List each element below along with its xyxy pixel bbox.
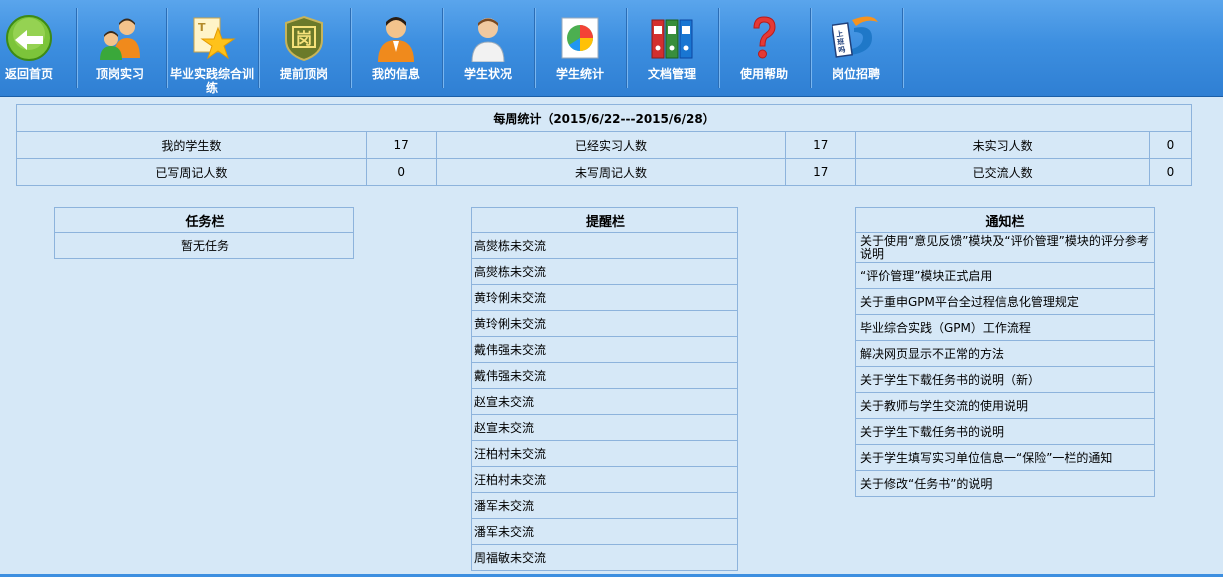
reminder-item[interactable]: 汪柏村未交流: [471, 466, 738, 493]
notice-panel: 通知栏 关于使用“意见反馈”模块及“评价管理”模块的评分参考说明 “评价管理”模…: [855, 207, 1155, 497]
reminder-panel-title: 提醒栏: [471, 207, 738, 233]
toolbar-label: 岗位招聘: [831, 67, 880, 81]
toolbar-divider: [902, 8, 904, 88]
table-row: 已写周记人数 0 未写周记人数 17 已交流人数 0: [16, 158, 1193, 186]
stat-label: 未写周记人数: [435, 158, 787, 186]
user-orange-icon: [378, 17, 414, 62]
notice-panel-title: 通知栏: [855, 207, 1155, 233]
notice-link[interactable]: 关于使用“意见反馈”模块及“评价管理”模块的评分参考说明: [855, 232, 1155, 263]
reminder-item[interactable]: 周福敏未交流: [471, 544, 738, 571]
notice-link[interactable]: 关于教师与学生交流的使用说明: [855, 392, 1155, 419]
svg-text:岗: 岗: [296, 29, 312, 48]
task-panel: 任务栏 暂无任务: [54, 207, 354, 259]
reminder-item[interactable]: 戴伟强未交流: [471, 336, 738, 363]
toolbar-graduation-practice[interactable]: T 毕业实践综合训练: [166, 0, 258, 96]
toolbar-label: 学生统计: [555, 67, 604, 81]
notice-link[interactable]: 关于修改“任务书”的说明: [855, 470, 1155, 497]
table-row: 我的学生数 17 已经实习人数 17 未实习人数 0: [16, 131, 1193, 159]
back-arrow-icon: [6, 15, 52, 61]
star-document-icon: T: [193, 17, 236, 60]
toolbar-internship[interactable]: 顶岗实习: [74, 0, 166, 96]
toolbar-student-status[interactable]: 学生状况: [442, 0, 534, 96]
reminder-item[interactable]: 赵宣未交流: [471, 388, 738, 415]
stat-value: 17: [785, 158, 857, 186]
reminder-item[interactable]: 黄玲俐未交流: [471, 310, 738, 337]
stat-value: 0: [1148, 158, 1193, 186]
stat-value: 17: [365, 131, 437, 159]
toolbar-my-info[interactable]: 我的信息: [350, 0, 442, 96]
stat-value: 0: [365, 158, 437, 186]
reminder-panel: 提醒栏 高爕栋未交流 高爕栋未交流 黄玲俐未交流 黄玲俐未交流 戴伟强未交流 戴…: [471, 207, 738, 571]
toolbar-student-statistics[interactable]: 学生统计: [534, 0, 626, 96]
reminder-item[interactable]: 潘军未交流: [471, 518, 738, 545]
stat-label: 已交流人数: [855, 158, 1150, 186]
toolbar-label: 返回首页: [4, 67, 53, 81]
notice-link[interactable]: “评价管理”模块正式启用: [855, 262, 1155, 289]
notice-link[interactable]: 毕业综合实践（GPM）工作流程: [855, 314, 1155, 341]
svg-text:吗: 吗: [838, 46, 846, 55]
shield-badge-icon: 岗: [285, 15, 323, 62]
toolbar-help[interactable]: 使用帮助: [718, 0, 810, 96]
pie-chart-icon: [561, 17, 599, 59]
reminder-item[interactable]: 高爕栋未交流: [471, 232, 738, 259]
users-icon: [100, 18, 140, 60]
toolbar-label: 文档管理: [647, 67, 696, 81]
question-icon: [753, 16, 776, 59]
toolbar-early-internship[interactable]: 岗 提前顶岗: [258, 0, 350, 96]
stat-value: 17: [785, 131, 857, 159]
toolbar-label: 毕业实践综合训练: [170, 67, 255, 95]
toolbar-job-recruitment[interactable]: 上 班 吗 岗位招聘: [810, 0, 902, 96]
recruit-logo-icon: 上 班 吗: [832, 16, 878, 58]
reminder-item[interactable]: 潘军未交流: [471, 492, 738, 519]
notice-link[interactable]: 关于学生填写实习单位信息一“保险”一栏的通知: [855, 444, 1155, 471]
stat-value: 0: [1148, 131, 1193, 159]
notice-link[interactable]: 关于学生下载任务书的说明（新）: [855, 366, 1155, 393]
stat-label: 我的学生数: [16, 131, 367, 159]
stat-label: 已经实习人数: [435, 131, 787, 159]
toolbar-label: 使用帮助: [739, 67, 788, 81]
reminder-item[interactable]: 高爕栋未交流: [471, 258, 738, 285]
reminder-item[interactable]: 黄玲俐未交流: [471, 284, 738, 311]
notice-link[interactable]: 关于学生下载任务书的说明: [855, 418, 1155, 445]
reminder-item[interactable]: 汪柏村未交流: [471, 440, 738, 467]
notice-link[interactable]: 关于重申GPM平台全过程信息化管理规定: [855, 288, 1155, 315]
stat-label: 已写周记人数: [16, 158, 367, 186]
top-toolbar: 返回首页 顶岗实习 T 毕业实践综合训练 岗 提前顶岗 我的信息 学生状况 学生…: [0, 0, 1223, 97]
binders-icon: [651, 19, 693, 59]
weekly-stats-title: 每周统计（2015/6/22---2015/6/28）: [16, 104, 1192, 132]
reminder-item[interactable]: 戴伟强未交流: [471, 362, 738, 389]
weekly-stats-table: 每周统计（2015/6/22---2015/6/28） 我的学生数 17 已经实…: [16, 104, 1193, 186]
notice-link[interactable]: 解决网页显示不正常的方法: [855, 340, 1155, 367]
toolbar-label: 我的信息: [371, 67, 420, 81]
task-empty-text: 暂无任务: [54, 232, 354, 259]
toolbar-label: 顶岗实习: [95, 67, 144, 81]
toolbar-label: 学生状况: [463, 67, 512, 81]
toolbar-document-management[interactable]: 文档管理: [626, 0, 718, 96]
task-panel-title: 任务栏: [54, 207, 354, 233]
reminder-item[interactable]: 赵宣未交流: [471, 414, 738, 441]
toolbar-label: 提前顶岗: [279, 67, 328, 81]
stat-label: 未实习人数: [855, 131, 1150, 159]
svg-text:T: T: [198, 21, 206, 34]
toolbar-back-home[interactable]: 返回首页: [0, 0, 75, 96]
student-icon: [471, 18, 505, 62]
